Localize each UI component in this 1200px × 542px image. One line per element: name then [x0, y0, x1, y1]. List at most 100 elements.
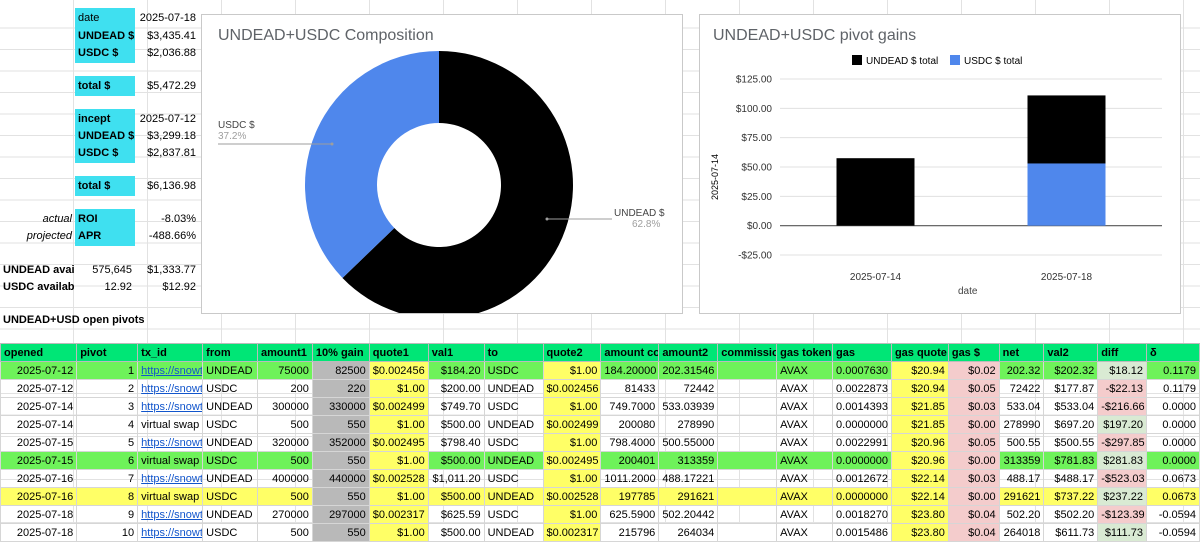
table-cell[interactable]: 270000	[257, 505, 313, 524]
table-cell[interactable]: 6	[76, 451, 139, 470]
table-cell[interactable]: 400000	[257, 469, 313, 488]
table-cell[interactable]: 278990	[998, 415, 1045, 434]
column-header[interactable]: gas quote	[890, 343, 949, 362]
table-cell[interactable]: 352000	[311, 433, 370, 452]
table-cell[interactable]: 0.1179	[1145, 361, 1200, 380]
table-cell[interactable]: $0.00	[947, 487, 1000, 506]
table-cell[interactable]	[717, 379, 778, 398]
table-cell[interactable]: $500.00	[427, 523, 485, 542]
table-cell[interactable]: AVAX	[776, 505, 834, 524]
usdc-avail-value[interactable]: $12.92	[135, 277, 199, 297]
table-cell[interactable]: $0.04	[947, 505, 1000, 524]
table-cell[interactable]: $611.73	[1043, 523, 1099, 542]
table-cell[interactable]: $1.00	[368, 451, 429, 470]
projected-label[interactable]: projected	[0, 226, 75, 246]
table-cell[interactable]: 291621	[658, 487, 719, 506]
table-cell[interactable]: 197785	[600, 487, 660, 506]
table-cell[interactable]: USDC	[483, 397, 544, 416]
column-header[interactable]: gas token	[776, 343, 834, 362]
table-cell[interactable]: AVAX	[776, 469, 834, 488]
column-header[interactable]: amount co	[600, 343, 660, 362]
table-cell[interactable]: USDC	[483, 433, 544, 452]
column-header[interactable]: diff	[1097, 343, 1147, 362]
table-cell[interactable]: $0.002499	[542, 415, 602, 434]
table-cell[interactable]: 7	[76, 469, 139, 488]
table-cell[interactable]: $20.96	[890, 451, 949, 470]
table-cell[interactable]: $798.40	[427, 433, 485, 452]
table-cell[interactable]: 200	[257, 379, 313, 398]
table-cell[interactable]: $0.00	[947, 415, 1000, 434]
column-header[interactable]: tx_id	[137, 343, 204, 362]
table-cell[interactable]: 2025-07-12	[0, 361, 78, 380]
table-cell[interactable]: 264034	[658, 523, 719, 542]
table-cell[interactable]: 0.0673	[1145, 469, 1200, 488]
table-cell[interactable]: 0.0000000	[832, 415, 892, 434]
table-cell[interactable]	[717, 397, 778, 416]
table-cell[interactable]: -$297.85	[1097, 433, 1147, 452]
table-cell[interactable]: 200401	[600, 451, 660, 470]
table-cell[interactable]: UNDEAD	[202, 397, 259, 416]
table-cell[interactable]: 300000	[257, 397, 313, 416]
incept-total-label[interactable]: total $	[75, 176, 135, 196]
table-cell[interactable]: $500.00	[427, 415, 485, 434]
table-cell[interactable]: $625.59	[427, 505, 485, 524]
table-cell[interactable]: 320000	[257, 433, 313, 452]
table-cell[interactable]: 488.17221	[658, 469, 719, 488]
table-cell[interactable]: 798.4000	[600, 433, 660, 452]
table-cell[interactable]	[717, 487, 778, 506]
usdc-avail-label[interactable]: USDC availabl	[0, 277, 75, 297]
apr-label[interactable]: APR	[75, 226, 135, 246]
table-cell[interactable]: 0.0000	[1145, 397, 1200, 416]
table-cell[interactable]: 2025-07-18	[0, 523, 78, 542]
table-cell[interactable]	[717, 361, 778, 380]
table-cell[interactable]: $749.70	[427, 397, 485, 416]
date-label[interactable]: date	[75, 8, 135, 28]
table-cell[interactable]: $20.96	[890, 433, 949, 452]
table-cell[interactable]: 0.0014393	[832, 397, 892, 416]
total-label[interactable]: total $	[75, 76, 135, 96]
table-cell[interactable]: $21.85	[890, 415, 949, 434]
table-cell[interactable]: UNDEAD	[202, 505, 259, 524]
date-value[interactable]: 2025-07-18	[135, 8, 199, 28]
table-cell[interactable]: $0.002317	[542, 523, 602, 542]
table-cell[interactable]: 0.0022873	[832, 379, 892, 398]
table-cell[interactable]	[717, 451, 778, 470]
table-cell[interactable]: AVAX	[776, 451, 834, 470]
table-cell[interactable]: -$216.66	[1097, 397, 1147, 416]
table-cell[interactable]: 4	[76, 415, 139, 434]
table-cell[interactable]: 0.0012672	[832, 469, 892, 488]
table-cell[interactable]: $23.80	[890, 505, 949, 524]
table-cell[interactable]: 3	[76, 397, 139, 416]
table-cell[interactable]: USDC	[483, 469, 544, 488]
table-cell[interactable]: $0.002528	[368, 469, 429, 488]
table-cell[interactable]: $1,011.20	[427, 469, 485, 488]
table-cell[interactable]: AVAX	[776, 379, 834, 398]
usdc-label[interactable]: USDC $	[75, 43, 135, 63]
total-value[interactable]: $5,472.29	[135, 76, 199, 96]
table-cell[interactable]: 502.20442	[658, 505, 719, 524]
table-cell[interactable]	[717, 469, 778, 488]
table-cell[interactable]	[717, 523, 778, 542]
tx-link[interactable]: https://snowtr	[137, 361, 204, 380]
table-cell[interactable]: 0.0000	[1145, 415, 1200, 434]
table-cell[interactable]: $20.94	[890, 361, 949, 380]
table-cell[interactable]: 291621	[998, 487, 1045, 506]
table-cell[interactable]: 75000	[257, 361, 313, 380]
pivot-gains-chart[interactable]: UNDEAD+USDC pivot gains UNDEAD $ total U…	[699, 14, 1181, 314]
table-cell[interactable]: $0.002495	[368, 433, 429, 452]
table-cell[interactable]: USDC	[202, 415, 259, 434]
table-cell[interactable]: virtual swap	[137, 451, 204, 470]
table-cell[interactable]: UNDEAD	[202, 361, 259, 380]
table-cell[interactable]: 5	[76, 433, 139, 452]
usdc-value[interactable]: $2,036.88	[135, 43, 199, 63]
table-cell[interactable]: AVAX	[776, 361, 834, 380]
table-cell[interactable]: $500.00	[427, 487, 485, 506]
table-cell[interactable]: 488.17	[998, 469, 1045, 488]
table-cell[interactable]: $22.14	[890, 487, 949, 506]
table-cell[interactable]: $20.94	[890, 379, 949, 398]
tx-link[interactable]: https://snowtr	[137, 469, 204, 488]
table-cell[interactable]: 184.20000	[600, 361, 660, 380]
table-cell[interactable]: 550	[311, 523, 370, 542]
column-header[interactable]: from	[202, 343, 259, 362]
table-cell[interactable]: AVAX	[776, 433, 834, 452]
